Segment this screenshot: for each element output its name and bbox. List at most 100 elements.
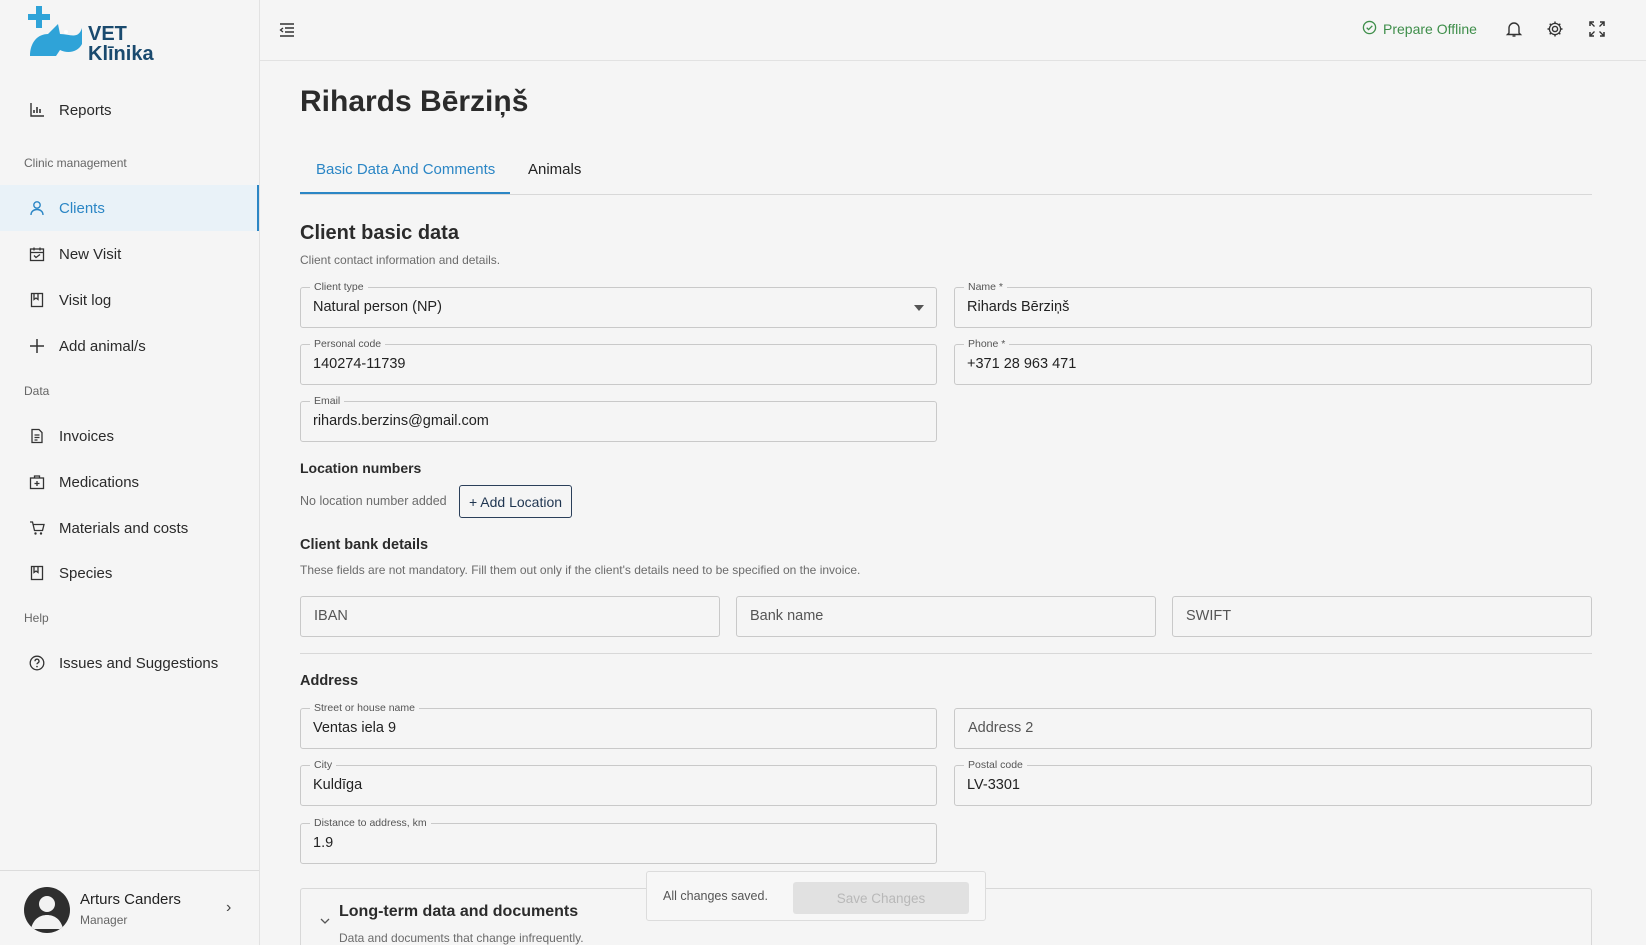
bookmark-icon (28, 564, 46, 582)
address2-placeholder: Address 2 (968, 720, 1034, 736)
save-bar: All changes saved. Save Changes (646, 871, 986, 921)
sidebar-item-issues-and-suggestions[interactable]: Issues and Suggestions (0, 640, 259, 686)
personal-code-value: 140274-11739 (313, 356, 406, 372)
postal-code-field[interactable]: Postal code LV-3301 (954, 758, 1592, 806)
bank-name-input[interactable]: Bank name (736, 596, 1156, 637)
topbar: Prepare Offline (260, 0, 1646, 61)
swift-input[interactable]: SWIFT (1172, 596, 1592, 637)
client-type-value: Natural person (NP) (313, 299, 442, 315)
street-value: Ventas iela 9 (313, 720, 397, 736)
iban-input[interactable]: IBAN (300, 596, 720, 637)
bookmark-icon (28, 291, 46, 309)
phone-label: Phone * (964, 337, 1010, 351)
sidebar-item-label: Add animal/s (59, 337, 146, 355)
location-empty-text: No location number added (300, 494, 447, 508)
tabs-divider (300, 194, 1592, 195)
bank-description: These fields are not mandatory. Fill the… (300, 563, 861, 577)
section-title-basic: Client basic data (300, 222, 459, 244)
client-type-label: Client type (310, 280, 368, 294)
medkit-icon (28, 473, 46, 491)
city-label: City (310, 758, 337, 772)
bar-chart-icon (28, 101, 46, 119)
sidebar-item-label: Clients (59, 199, 105, 217)
sidebar-item-label: Invoices (59, 427, 115, 445)
help-circle-icon (28, 654, 46, 672)
email-label: Email (310, 394, 345, 408)
sidebar-item-label: Species (59, 564, 113, 582)
menu-collapse-icon[interactable] (278, 21, 296, 39)
distance-label: Distance to address, km (310, 816, 431, 830)
iban-placeholder: IBAN (314, 608, 348, 624)
fullscreen-icon[interactable] (1588, 20, 1608, 40)
cart-icon (28, 519, 46, 537)
postal-code-label: Postal code (964, 758, 1027, 772)
user-menu[interactable]: Arturs Canders Manager › (0, 870, 259, 945)
prepare-offline-button[interactable]: Prepare Offline (1362, 20, 1477, 38)
personal-code-label: Personal code (310, 337, 386, 351)
sidebar-item-label: Issues and Suggestions (59, 654, 219, 672)
chevron-down-icon (319, 915, 331, 930)
email-field[interactable]: Email rihards.berzins@gmail.com (300, 394, 937, 442)
city-field[interactable]: City Kuldīga (300, 758, 937, 806)
save-status: All changes saved. (663, 889, 768, 903)
sidebar-item-visit-log[interactable]: Visit log (0, 277, 259, 323)
bank-heading: Client bank details (300, 537, 429, 553)
user-name: Arturs Canders (80, 891, 181, 908)
chevron-right-icon: › (226, 899, 232, 916)
sidebar-item-materials-and-costs[interactable]: Materials and costs (0, 505, 259, 551)
tab-basic-data[interactable]: Basic Data And Comments (316, 161, 495, 178)
personal-code-field[interactable]: Personal code 140274-11739 (300, 337, 937, 385)
tabs: Basic Data And Comments Animals (300, 61, 1592, 195)
section-divider (300, 653, 1592, 654)
caret-down-icon (914, 305, 924, 311)
bell-icon[interactable] (1505, 20, 1525, 40)
location-heading: Location numbers (300, 460, 422, 476)
brand-line2: Klīnika (88, 43, 154, 65)
section-help: Help (24, 611, 49, 625)
sidebar-item-label: Reports (59, 101, 112, 119)
user-role: Manager (80, 913, 128, 927)
sidebar-item-label: Materials and costs (59, 519, 189, 537)
bank-name-placeholder: Bank name (750, 608, 824, 624)
tab-animals[interactable]: Animals (528, 161, 581, 178)
postal-code-value: LV-3301 (967, 777, 1020, 793)
logo[interactable]: VET Klīnika (26, 4, 166, 64)
phone-value: +371 28 963 471 (967, 356, 1077, 372)
sidebar-item-label: Visit log (59, 291, 112, 309)
longterm-title: Long-term data and documents (339, 903, 579, 920)
section-desc-basic: Client contact information and details. (300, 253, 501, 267)
swift-placeholder: SWIFT (1186, 608, 1232, 624)
avatar (24, 887, 70, 933)
plus-icon (28, 337, 46, 355)
name-field[interactable]: Name * Rihards Bērziņš (954, 280, 1592, 328)
client-type-select[interactable]: Client type Natural person (NP) (300, 280, 937, 328)
section-clinic-management: Clinic management (24, 156, 127, 170)
longterm-description: Data and documents that change infrequen… (339, 931, 584, 945)
address-heading: Address (300, 673, 359, 689)
sidebar: VET Klīnika Reports Clinic management Cl… (0, 0, 260, 945)
check-circle-icon (1362, 20, 1377, 38)
prepare-offline-label: Prepare Offline (1383, 21, 1477, 37)
calendar-icon (28, 245, 46, 263)
logo-icon (28, 6, 82, 56)
street-field[interactable]: Street or house name Ventas iela 9 (300, 701, 937, 749)
distance-field[interactable]: Distance to address, km 1.9 (300, 816, 937, 864)
sidebar-item-new-visit[interactable]: New Visit (0, 231, 259, 277)
sidebar-item-medications[interactable]: Medications (0, 459, 259, 505)
sidebar-item-invoices[interactable]: Invoices (0, 413, 259, 459)
document-icon (28, 427, 46, 445)
phone-field[interactable]: Phone * +371 28 963 471 (954, 337, 1592, 385)
sidebar-item-clients[interactable]: Clients (0, 185, 259, 231)
user-icon (28, 199, 46, 217)
distance-value: 1.9 (313, 835, 334, 851)
save-changes-button[interactable]: Save Changes (793, 882, 969, 914)
gear-icon[interactable] (1546, 20, 1566, 40)
add-location-button[interactable]: + Add Location (459, 485, 573, 518)
sidebar-item-label: Medications (59, 473, 140, 491)
sidebar-item-add-animals[interactable]: Add animal/s (0, 323, 259, 369)
sidebar-item-reports[interactable]: Reports (0, 87, 259, 133)
address2-input[interactable]: Address 2 (954, 708, 1592, 749)
sidebar-item-species[interactable]: Species (0, 550, 259, 596)
city-value: Kuldīga (313, 777, 363, 793)
name-label: Name * (964, 280, 1008, 294)
